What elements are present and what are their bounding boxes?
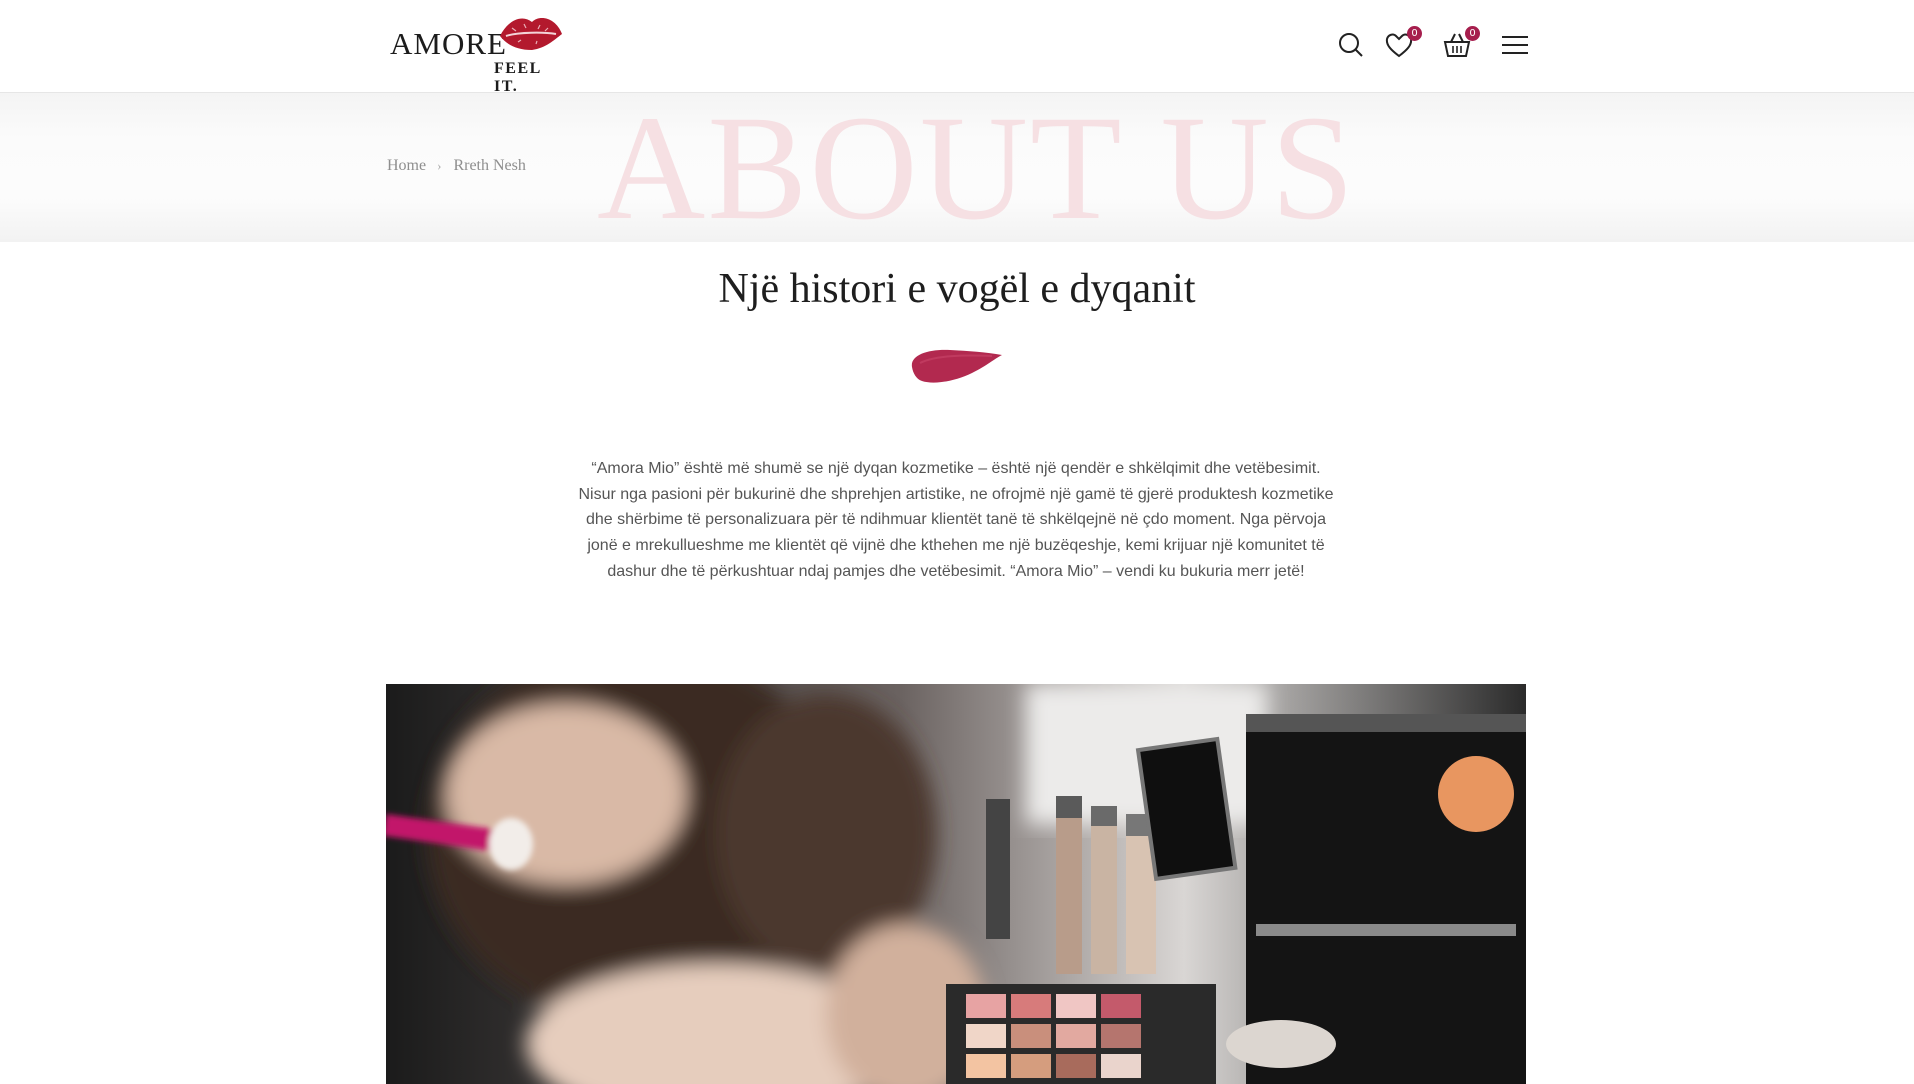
breadcrumb-home-link[interactable]: Home bbox=[387, 157, 426, 174]
brand-logo[interactable]: AMORE FEEL IT. bbox=[386, 10, 566, 95]
breadcrumb-current: Rreth Nesh bbox=[453, 157, 526, 174]
site-header: AMORE FEEL IT. 0 0 bbox=[0, 0, 1914, 95]
brand-name: AMORE bbox=[390, 26, 507, 61]
page-hero: ABOUT US Home › Rreth Nesh bbox=[0, 93, 1914, 242]
makeup-scene-image bbox=[386, 684, 1526, 1084]
lipstick-swatch-icon bbox=[911, 349, 1002, 383]
cart-count-badge: 0 bbox=[1465, 26, 1480, 41]
hero-watermark-text: ABOUT US bbox=[597, 93, 1357, 242]
cart-button[interactable]: 0 bbox=[1440, 26, 1480, 62]
makeup-artist-photo bbox=[386, 684, 1526, 1084]
search-button[interactable] bbox=[1334, 28, 1368, 62]
page-title: Një histori e vogël e dyqanit bbox=[718, 266, 1196, 312]
chevron-right-icon: › bbox=[437, 158, 442, 173]
breadcrumb: Home › Rreth Nesh bbox=[387, 157, 526, 175]
brand-tagline: FEEL IT. bbox=[494, 60, 541, 95]
menu-icon bbox=[1502, 36, 1528, 54]
wishlist-button[interactable]: 0 bbox=[1382, 26, 1422, 62]
search-icon bbox=[1339, 33, 1363, 57]
intro-paragraph: “Amora Mio” është më shumë se një dyqan … bbox=[578, 460, 1334, 580]
wishlist-count-badge: 0 bbox=[1407, 26, 1422, 41]
menu-button[interactable] bbox=[1498, 28, 1532, 62]
lips-icon bbox=[500, 18, 562, 50]
